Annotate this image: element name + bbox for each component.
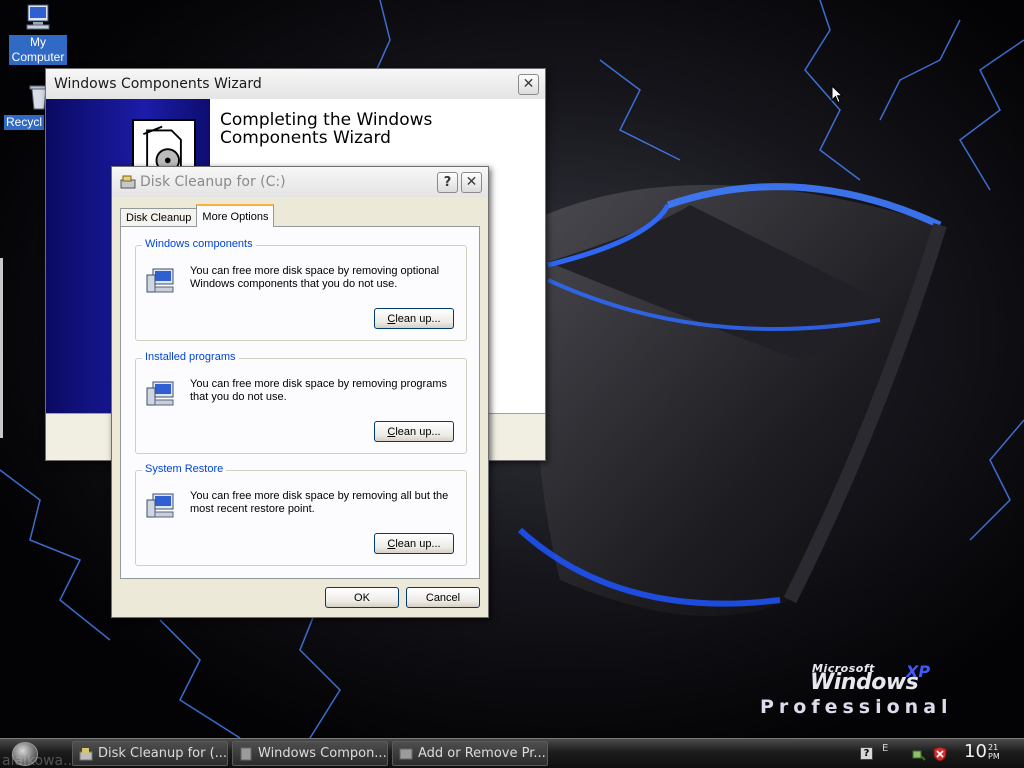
close-icon: ✕ [465,174,478,190]
disk-cleanup-title: Disk Cleanup for (C:) [140,174,286,190]
brand-xp: XP [906,662,931,681]
disk-cleanup-titlebar[interactable]: Disk Cleanup for (C:) ? ✕ [112,167,488,197]
security-alert-icon[interactable] [932,746,948,762]
disk-cleanup-icon [120,175,136,189]
mouse-cursor-icon [831,85,843,104]
wizard-title: Windows Components Wizard [54,76,262,92]
desktop-icon-label-line2: Computer [11,50,65,64]
system-tray: ? E 10 21 PM [848,739,1024,768]
group-title: Installed programs [142,351,239,363]
taskbar-button-label: Disk Cleanup for (... [98,746,228,761]
taskbar-button-label: Add or Remove Pr... [418,746,546,761]
group-installed-programs: Installed programs You can free more dis… [135,351,467,454]
ok-button[interactable]: OK [325,587,399,608]
button-label: lean up... [395,537,441,550]
tray-help-icon[interactable]: ? [860,747,873,760]
windows-components-clean-up-button[interactable]: Clean up... [374,308,454,329]
tray-language-indicator[interactable]: E [882,743,888,754]
disk-cleanup-dialog[interactable]: Disk Cleanup for (C:) ? ✕ Disk Cleanup M… [111,166,489,618]
button-label: lean up... [395,312,441,325]
computer-icon [146,493,174,518]
brand-edition: Professional [760,696,953,718]
button-label: lean up... [395,425,441,438]
taskbar-button-windows-components[interactable]: Windows Compon... [232,741,388,766]
disk-cleanup-close-button[interactable]: ✕ [461,171,482,193]
taskbar-button-label: Windows Compon... [258,746,387,761]
tab-more-options[interactable]: More Options [196,204,275,227]
network-icon[interactable] [912,747,926,761]
more-options-page: Windows components You can free more dis… [120,226,480,579]
group-description: You can free more disk space by removing… [190,378,447,403]
add-remove-programs-icon [399,748,413,759]
group-description: You can free more disk space by removing… [190,265,440,290]
taskbar-button-disk-cleanup[interactable]: Disk Cleanup for (... [72,741,228,766]
button-mnemonic: C [387,312,396,325]
computer-icon [146,381,174,406]
watermark-text: alaikowa... [2,753,77,768]
taskbar-button-add-remove-programs[interactable]: Add or Remove Pr... [392,741,548,766]
brand-windows: Windows [810,670,919,695]
taskbar-clock[interactable]: 10 21 PM [964,741,1000,762]
computer-icon [146,268,174,293]
wizard-heading-line2: Components Wizard [220,128,391,148]
wizard-icon [240,747,252,760]
clock-minute: 21 [988,743,999,752]
tab-strip: Disk Cleanup More Options [120,204,275,227]
desktop-icon-label: Recycl [4,115,45,130]
group-title: Windows components [142,238,256,250]
desktop-icon-recycle-bin[interactable]: Recycl [0,82,50,130]
desktop-icon-label-line1: My [30,35,46,49]
clock-hour: 10 [964,741,987,762]
offscreen-window-edge [0,258,3,438]
group-windows-components: Windows components You can free more dis… [135,238,467,341]
my-computer-icon [26,4,50,30]
group-title: System Restore [142,463,227,475]
wizard-close-button[interactable]: ✕ [518,73,539,95]
desktop-icon-my-computer[interactable]: My Computer [5,2,71,65]
installed-programs-clean-up-button[interactable]: Clean up... [374,421,454,442]
cancel-button[interactable]: Cancel [406,587,480,608]
wizard-heading: Completing the Windows Components Wizard [220,111,520,147]
close-icon: ✕ [522,76,535,92]
tab-disk-cleanup[interactable]: Disk Cleanup [120,208,198,227]
button-mnemonic: C [387,425,396,438]
button-mnemonic: C [387,537,396,550]
help-button[interactable]: ? [437,171,458,193]
windows-xp-brand-logo: Microsoft Windows XP Professional [760,660,1000,720]
group-description: You can free more disk space by removing… [190,490,449,515]
question-mark-icon: ? [443,174,452,190]
wizard-heading-line1: Completing the Windows [220,110,433,130]
wizard-titlebar[interactable]: Windows Components Wizard ✕ [46,69,545,99]
group-system-restore: System Restore You can free more disk sp… [135,463,467,566]
taskbar: alaikowa... Disk Cleanup for (... Window… [0,738,1024,768]
disk-cleanup-icon [79,747,93,760]
clock-ampm: PM [988,752,1000,761]
system-restore-clean-up-button[interactable]: Clean up... [374,533,454,554]
